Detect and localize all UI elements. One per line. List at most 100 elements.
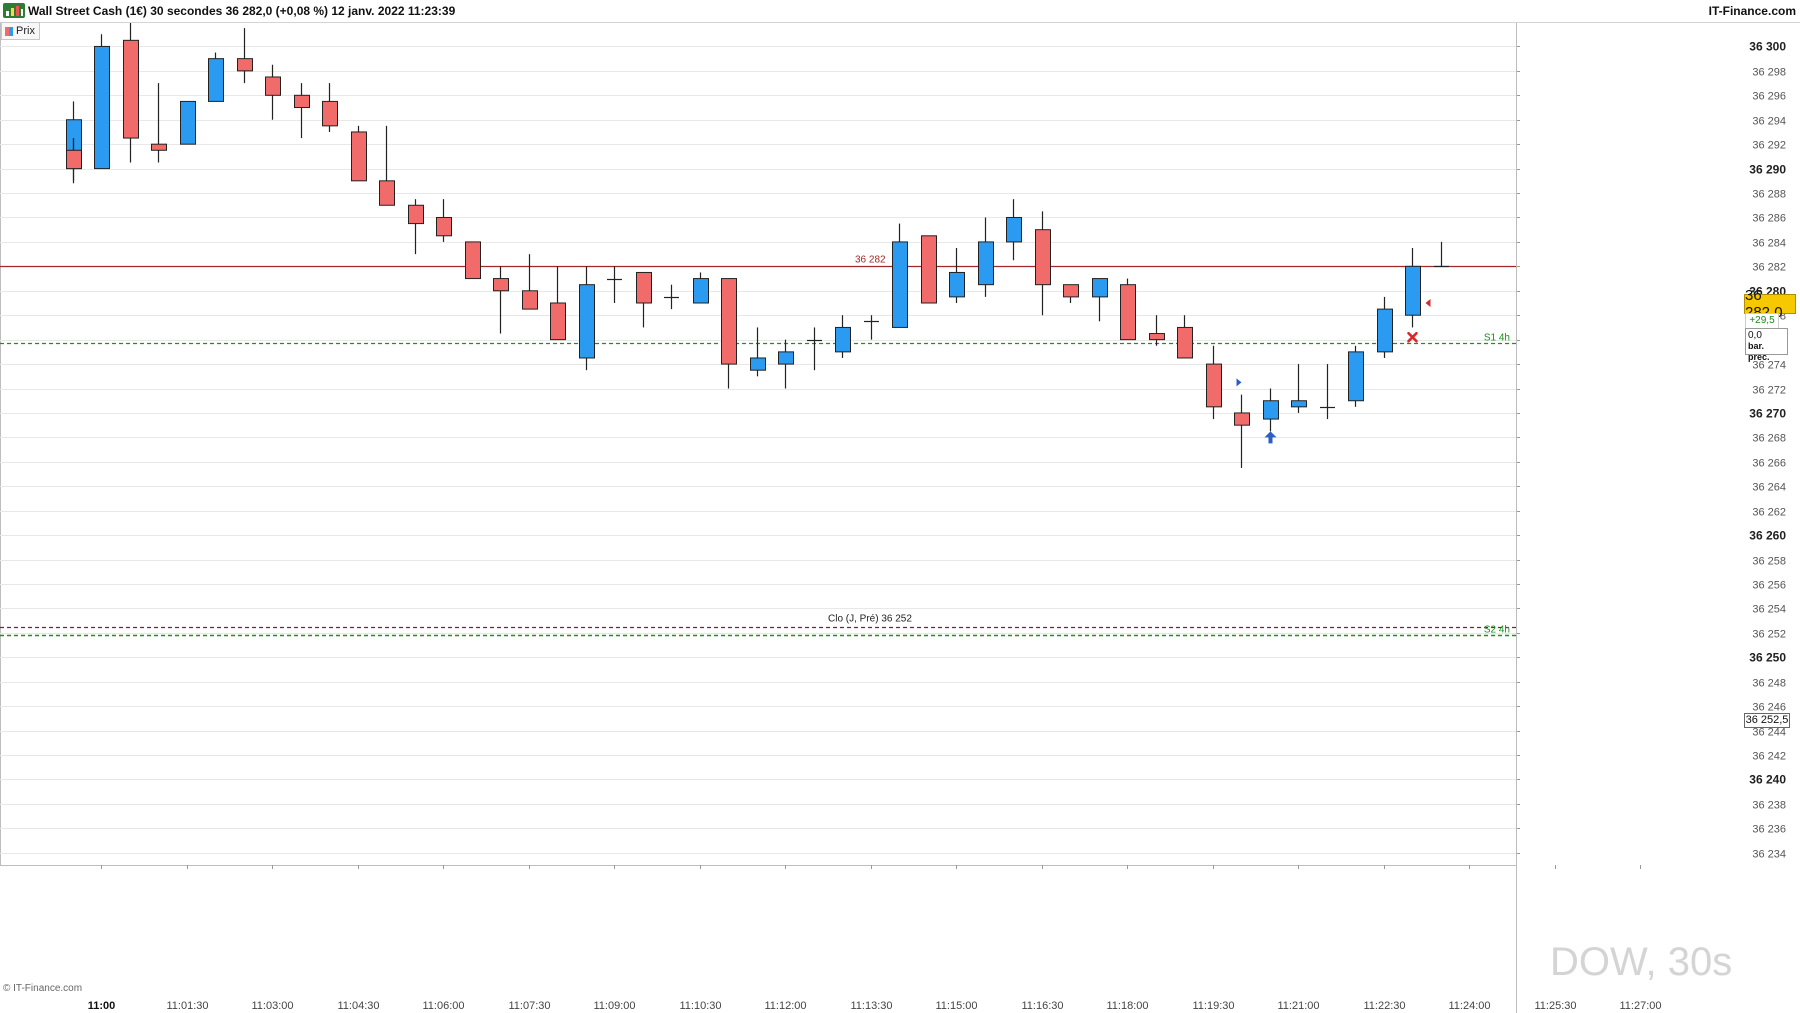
candle-layer bbox=[66, 22, 1449, 468]
candle-body bbox=[351, 131, 367, 182]
grid-layer bbox=[0, 22, 1517, 866]
series-legend[interactable]: Prix bbox=[1, 22, 40, 40]
brand-label: IT-Finance.com bbox=[1708, 4, 1796, 18]
y-tick-label: 36 250 bbox=[1749, 651, 1786, 665]
candle-body bbox=[1063, 284, 1079, 298]
candle-body bbox=[1405, 265, 1421, 316]
candle-body bbox=[721, 278, 737, 365]
y-tick-label: 36 234 bbox=[1752, 849, 1786, 861]
x-tick-label: 11:15:00 bbox=[935, 1000, 977, 1012]
x-tick-label: 11:13:30 bbox=[850, 1000, 892, 1012]
candle-body bbox=[180, 100, 196, 145]
x-tick-label: 11:21:00 bbox=[1277, 1000, 1319, 1012]
candle-body bbox=[1149, 333, 1165, 341]
y-tick-label: 36 258 bbox=[1752, 556, 1786, 568]
candle-body bbox=[1120, 284, 1136, 341]
previous-bar-value: 0,0 bbox=[1748, 330, 1762, 341]
price-change-box: +29,5 bbox=[1745, 313, 1779, 329]
candle-body bbox=[237, 58, 253, 72]
y-tick-label: 36 242 bbox=[1752, 751, 1786, 763]
y-tick-label: 36 260 bbox=[1749, 529, 1786, 543]
y-tick-label: 36 246 bbox=[1752, 702, 1786, 714]
candle-body bbox=[1377, 308, 1393, 353]
current-price-box: 36 282,0 bbox=[1744, 287, 1796, 321]
level-label-s1: S1 4h bbox=[1484, 333, 1510, 344]
candle-body bbox=[408, 204, 424, 225]
candle-body bbox=[1006, 216, 1022, 243]
candle-body bbox=[921, 235, 937, 304]
candle-body bbox=[265, 76, 281, 96]
candle-body bbox=[1206, 363, 1222, 408]
x-tick-label: 11:04:30 bbox=[337, 1000, 379, 1012]
axis-layer: 36 23436 23636 23836 24036 24236 24436 2… bbox=[88, 22, 1786, 1013]
candle-body bbox=[1092, 278, 1108, 298]
y-tick-label: 36 284 bbox=[1752, 238, 1786, 250]
candle-body bbox=[778, 351, 794, 365]
x-tick-label: 11:24:00 bbox=[1448, 1000, 1490, 1012]
x-tick-label: 11:12:00 bbox=[764, 1000, 806, 1012]
previous-bar-box: 0,0 bar. prec. bbox=[1745, 328, 1788, 362]
x-tick-label: 11:22:30 bbox=[1363, 1000, 1405, 1012]
candle-body bbox=[208, 58, 224, 102]
signal-triangle-right-icon bbox=[1236, 378, 1242, 387]
candle-body bbox=[835, 326, 851, 353]
price-chart[interactable]: 36 282 S1 4h Clo (J, Pré) 36 252 S2 4h 36 2… bbox=[0, 0, 1800, 1013]
level-layer: 36 282 S1 4h Clo (J, Pré) 36 252 S2 4h bbox=[0, 255, 1516, 637]
y-tick-label: 36 238 bbox=[1752, 800, 1786, 812]
chart-header: Wall Street Cash (1€) 30 secondes 36 282… bbox=[0, 0, 1800, 23]
price-change-value: +29,5 bbox=[1749, 315, 1775, 326]
symbol-watermark: DOW, 30s bbox=[1550, 940, 1733, 984]
candle-body bbox=[151, 143, 167, 151]
chart-title: Wall Street Cash (1€) 30 secondes 36 282… bbox=[28, 4, 456, 18]
candle-body bbox=[978, 241, 994, 286]
x-tick-label: 11:10:30 bbox=[679, 1000, 721, 1012]
candle-body bbox=[94, 45, 110, 170]
candle-body bbox=[66, 149, 82, 170]
candle-body bbox=[123, 39, 139, 139]
y-tick-label: 36 270 bbox=[1749, 407, 1786, 421]
x-tick-label: 11:06:00 bbox=[422, 1000, 464, 1012]
marker-layer bbox=[1236, 299, 1431, 444]
y-tick-label: 36 286 bbox=[1752, 213, 1786, 225]
y-tick-label: 36 248 bbox=[1752, 678, 1786, 690]
candle-body bbox=[1177, 326, 1193, 359]
y-tick-label: 36 292 bbox=[1752, 140, 1786, 152]
x-tick-label: 11:18:00 bbox=[1106, 1000, 1148, 1012]
x-tick-label: 11:01:30 bbox=[166, 1000, 208, 1012]
candle-body bbox=[522, 290, 538, 310]
y-tick-label: 36 298 bbox=[1752, 67, 1786, 79]
y-tick-label: 36 272 bbox=[1752, 385, 1786, 397]
y-tick-label: 36 288 bbox=[1752, 189, 1786, 201]
y-tick-label: 36 300 bbox=[1749, 40, 1786, 54]
y-tick-label: 36 268 bbox=[1752, 433, 1786, 445]
signal-triangle-left-icon bbox=[1425, 299, 1431, 307]
x-tick-label: 11:09:00 bbox=[593, 1000, 635, 1012]
candle-body bbox=[1291, 400, 1307, 408]
x-tick-label: 11:00 bbox=[88, 1000, 116, 1012]
level-label-clo: Clo (J, Pré) 36 252 bbox=[828, 614, 912, 625]
candle-body bbox=[294, 94, 310, 109]
legend-label: Prix bbox=[16, 25, 35, 37]
x-tick-label: 11:03:00 bbox=[251, 1000, 293, 1012]
candle-body bbox=[550, 302, 566, 341]
x-tick-label: 11:16:30 bbox=[1021, 1000, 1063, 1012]
y-tick-label: 36 236 bbox=[1752, 824, 1786, 836]
candle-body bbox=[636, 271, 652, 304]
y-tick-label: 36 256 bbox=[1752, 580, 1786, 592]
y-tick-label: 36 244 bbox=[1752, 727, 1786, 739]
y-tick-label: 36 252 bbox=[1752, 629, 1786, 641]
candle-body bbox=[379, 180, 395, 206]
plot-frame bbox=[0, 22, 1517, 866]
app-logo-icon bbox=[3, 3, 25, 18]
x-tick-label: 11:19:30 bbox=[1192, 1000, 1234, 1012]
candle-body bbox=[579, 284, 595, 359]
candle-body bbox=[322, 100, 338, 127]
x-tick-label: 11:27:00 bbox=[1619, 1000, 1661, 1012]
candle-body bbox=[465, 241, 481, 280]
candle-body bbox=[1234, 412, 1250, 426]
previous-close-box: 36 252,5 bbox=[1744, 713, 1790, 728]
y-tick-label: 36 266 bbox=[1752, 458, 1786, 470]
candle-body bbox=[949, 271, 965, 298]
y-tick-label: 36 296 bbox=[1752, 91, 1786, 103]
y-tick-label: 36 290 bbox=[1749, 163, 1786, 177]
